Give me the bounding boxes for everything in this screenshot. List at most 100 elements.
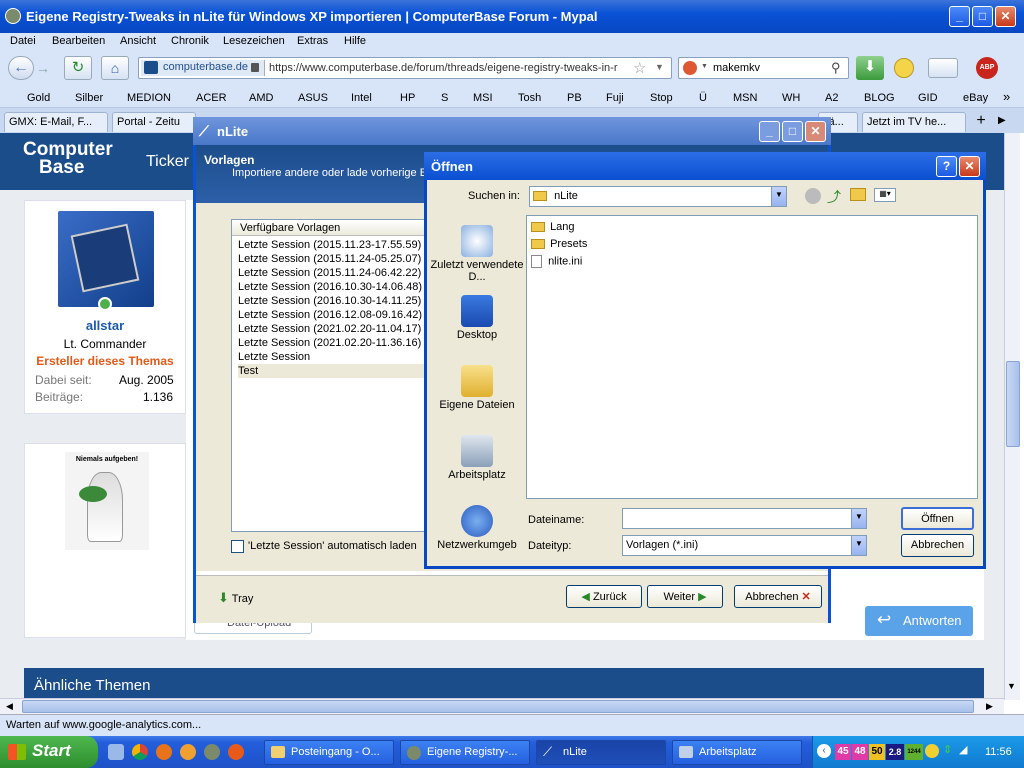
url-bar[interactable]: computerbase.de https://www.computerbase… bbox=[138, 57, 672, 79]
vertical-scrollbar[interactable]: ▼ bbox=[1004, 133, 1020, 700]
nlite-maximize-button[interactable]: □ bbox=[782, 121, 803, 142]
template-item[interactable]: Letzte Session (2016.12.08-09.16.42) bbox=[238, 308, 430, 322]
minimize-button[interactable]: _ bbox=[949, 6, 970, 27]
place-network[interactable]: Netzwerkumgeb bbox=[429, 505, 525, 551]
start-button[interactable]: Start bbox=[0, 736, 98, 768]
task-browser[interactable]: Eigene Registry-... bbox=[400, 740, 530, 765]
templates-list-header[interactable]: Verfügbare Vorlagen bbox=[232, 220, 430, 236]
adblock-icon[interactable]: ABP bbox=[976, 57, 998, 79]
smiley-icon[interactable] bbox=[894, 58, 914, 78]
look-in-dropdown-arrow-icon[interactable]: ▼ bbox=[771, 187, 786, 206]
bookmark-pb[interactable]: PB bbox=[567, 92, 582, 104]
bookmark-hp[interactable]: HP bbox=[400, 92, 415, 104]
scroll-right-icon[interactable]: ▶ bbox=[986, 701, 993, 712]
up-folder-icon[interactable]: ⤴ bbox=[827, 187, 841, 207]
task-nlite[interactable]: ⟋ nLite bbox=[536, 740, 666, 765]
template-item[interactable]: Letzte Session (2016.10.30-14.11.25) bbox=[238, 294, 430, 308]
place-my-documents[interactable]: Eigene Dateien bbox=[429, 365, 525, 411]
back-icon[interactable]: ← bbox=[8, 56, 34, 80]
task-posteingang[interactable]: Posteingang - O... bbox=[264, 740, 394, 765]
tray-arrows-icon[interactable]: ⇕ bbox=[943, 743, 952, 756]
auto-load-checkbox[interactable] bbox=[231, 540, 244, 553]
template-item[interactable]: Letzte Session (2015.11.24-06.42.22) bbox=[238, 266, 430, 280]
firefox-icon[interactable] bbox=[156, 744, 172, 760]
bookmark-stop[interactable]: Stop bbox=[650, 92, 673, 104]
duckduckgo-icon[interactable] bbox=[683, 61, 697, 75]
tray-expand-icon[interactable]: ‹ bbox=[817, 744, 831, 758]
scroll-left-icon[interactable]: ◀ bbox=[6, 701, 13, 712]
task-arbeitsplatz[interactable]: Arbeitsplatz bbox=[672, 740, 802, 765]
open-dialog-cancel-button[interactable]: Abbrechen bbox=[901, 534, 974, 557]
site-logo[interactable]: Computer Base bbox=[23, 140, 113, 177]
nlite-cancel-button[interactable]: Abbrechen ✕ bbox=[734, 585, 822, 608]
bookmark-acer[interactable]: ACER bbox=[196, 92, 227, 104]
bookmark-tosh[interactable]: Tosh bbox=[518, 92, 541, 104]
tabs-scroll-right-icon[interactable]: ▶ bbox=[998, 115, 1006, 126]
reload-icon[interactable]: ↻ bbox=[64, 56, 92, 80]
view-menu-icon[interactable]: ▦▾ bbox=[874, 188, 896, 202]
menu-extras[interactable]: Extras bbox=[297, 35, 328, 47]
search-input[interactable]: makemkv bbox=[713, 62, 760, 74]
template-item-selected[interactable]: Test bbox=[238, 364, 430, 378]
menu-chronik[interactable]: Chronik bbox=[171, 35, 209, 47]
auto-load-label[interactable]: 'Letzte Session' automatisch laden bbox=[248, 540, 417, 552]
template-item[interactable]: Letzte Session (2021.02.20-11.04.17) bbox=[238, 322, 430, 336]
scrollbar-thumb[interactable] bbox=[1006, 361, 1020, 447]
bookmark-blog[interactable]: BLOG bbox=[864, 92, 895, 104]
file-item-lang[interactable]: Lang bbox=[531, 221, 575, 233]
bookmark-medion[interactable]: MEDION bbox=[127, 92, 171, 104]
tray-temp-2[interactable]: 48 bbox=[852, 744, 868, 760]
bookmark-a2[interactable]: A2 bbox=[825, 92, 838, 104]
firefox-orange-icon[interactable] bbox=[228, 744, 244, 760]
mypal-icon[interactable] bbox=[204, 744, 220, 760]
tray-volume-icon[interactable]: ◢ bbox=[959, 743, 967, 756]
bookmark-silber[interactable]: Silber bbox=[75, 92, 103, 104]
nlite-close-button[interactable]: ✕ bbox=[805, 121, 826, 142]
addon-icon[interactable] bbox=[928, 58, 958, 78]
template-item[interactable]: Letzte Session (2015.11.23-17.55.59) bbox=[238, 238, 430, 252]
close-button[interactable]: ✕ bbox=[995, 6, 1016, 27]
open-button[interactable]: Öffnen bbox=[901, 507, 974, 530]
tray-temp-1[interactable]: 45 bbox=[835, 744, 851, 760]
url-dropdown-icon[interactable]: ▼ bbox=[655, 62, 664, 72]
filetype-dropdown-arrow-icon[interactable]: ▼ bbox=[851, 536, 866, 555]
nlite-minimize-button[interactable]: _ bbox=[759, 121, 780, 142]
tab-gmx[interactable]: GMX: E-Mail, F... bbox=[4, 112, 108, 132]
place-my-computer[interactable]: Arbeitsplatz bbox=[429, 435, 525, 481]
menu-lesezeichen[interactable]: Lesezeichen bbox=[223, 35, 285, 47]
file-list[interactable]: Lang Presets nlite.ini bbox=[526, 215, 978, 499]
new-tab-button[interactable]: + bbox=[971, 113, 991, 131]
open-dialog-close-button[interactable]: ✕ bbox=[959, 156, 980, 177]
tray-button[interactable]: ⬇ Tray bbox=[218, 590, 253, 606]
back-button[interactable]: ◀ Zurück bbox=[566, 585, 642, 608]
template-item[interactable]: Letzte Session (2015.11.24-05.25.07) bbox=[238, 252, 430, 266]
look-in-dropdown[interactable]: nLite ▼ bbox=[529, 186, 787, 207]
bookmark-star-icon[interactable]: ☆ bbox=[633, 59, 646, 77]
bookmark-wh[interactable]: WH bbox=[782, 92, 800, 104]
template-item[interactable]: Letzte Session (2021.02.20-11.36.16) bbox=[238, 336, 430, 350]
bookmarks-overflow-icon[interactable]: » bbox=[1003, 89, 1010, 104]
scroll-down-icon[interactable]: ▼ bbox=[1007, 681, 1016, 691]
home-icon[interactable]: ⌂ bbox=[101, 56, 129, 80]
bookmark-ebay[interactable]: eBay bbox=[963, 92, 988, 104]
bookmark-ue[interactable]: Ü bbox=[699, 92, 707, 104]
horizontal-scrollbar[interactable]: ◀ ▶ bbox=[0, 698, 1004, 714]
tab-portal[interactable]: Portal - Zeitu bbox=[112, 112, 196, 132]
bookmark-intel[interactable]: Intel bbox=[351, 92, 372, 104]
forward-icon[interactable]: → bbox=[36, 60, 50, 76]
menu-datei[interactable]: Datei bbox=[10, 35, 36, 47]
filename-input[interactable]: ▼ bbox=[622, 508, 867, 529]
bookmark-msi[interactable]: MSI bbox=[473, 92, 493, 104]
templates-list[interactable]: Verfügbare Vorlagen Letzte Session (2015… bbox=[231, 219, 431, 532]
filetype-select[interactable]: Vorlagen (*.ini) ▼ bbox=[622, 535, 867, 556]
place-desktop[interactable]: Desktop bbox=[429, 295, 525, 341]
place-recent[interactable]: Zuletzt verwendete D... bbox=[429, 225, 525, 283]
tray-mem[interactable]: 1244 bbox=[905, 744, 923, 760]
help-button[interactable]: ? bbox=[936, 156, 957, 177]
go-back-icon[interactable] bbox=[805, 188, 821, 204]
bookmark-asus[interactable]: ASUS bbox=[298, 92, 328, 104]
tray-temp-3[interactable]: 50 bbox=[869, 744, 885, 760]
search-bar[interactable]: ▼ makemkv ⚲ bbox=[678, 57, 849, 79]
search-icon[interactable]: ⚲ bbox=[831, 60, 841, 76]
bookmark-fuji[interactable]: Fuji bbox=[606, 92, 624, 104]
